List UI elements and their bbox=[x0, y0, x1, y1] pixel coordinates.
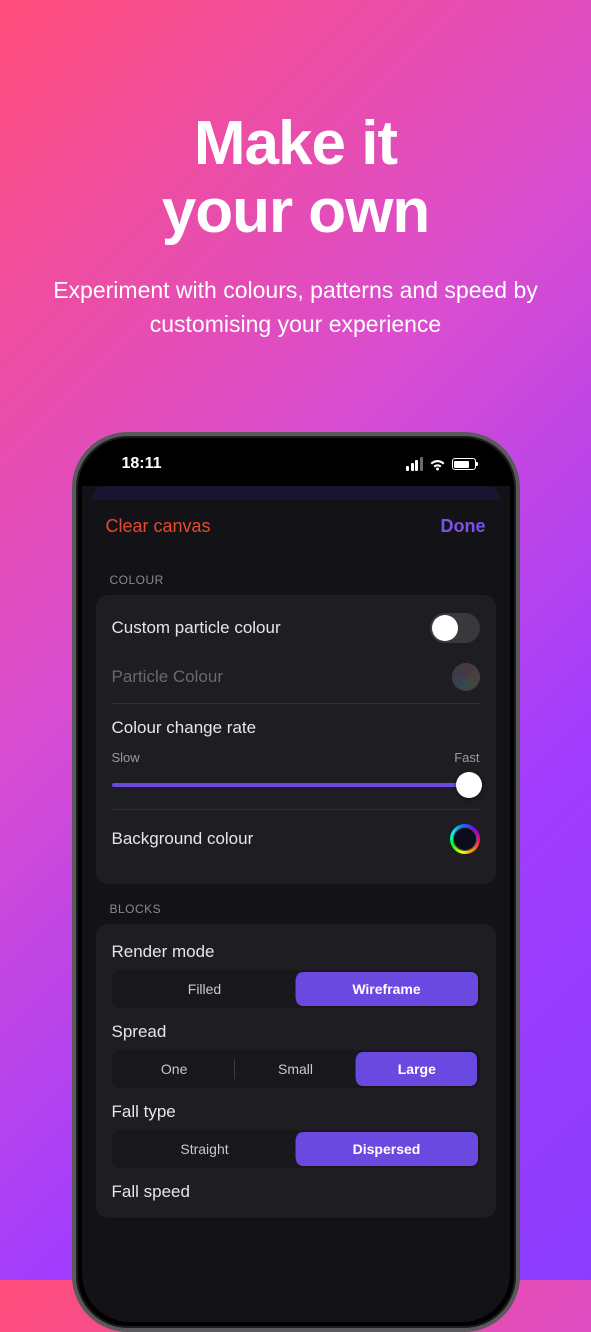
segment-one[interactable]: One bbox=[114, 1052, 235, 1086]
label-particle-colour: Particle Colour bbox=[112, 667, 224, 687]
row-fall-type: Fall type Straight Dispersed bbox=[112, 1088, 480, 1168]
segment-large[interactable]: Large bbox=[356, 1052, 477, 1086]
row-particle-colour[interactable]: Particle Colour bbox=[112, 657, 480, 703]
status-time: 18:11 bbox=[122, 455, 162, 473]
segment-dispersed[interactable]: Dispersed bbox=[296, 1132, 478, 1166]
section-header-colour: COLOUR bbox=[96, 555, 496, 595]
clear-canvas-button[interactable]: Clear canvas bbox=[106, 516, 211, 537]
hero-title-line2: your own bbox=[162, 177, 430, 246]
segmented-render-mode: Filled Wireframe bbox=[112, 970, 480, 1008]
colour-picker-background[interactable] bbox=[450, 824, 480, 854]
slider-thumb[interactable] bbox=[456, 772, 482, 798]
hero-title: Make it your own bbox=[0, 110, 591, 246]
battery-icon bbox=[452, 458, 476, 470]
blocks-card: Render mode Filled Wireframe Spread One … bbox=[96, 924, 496, 1218]
label-fall-type: Fall type bbox=[112, 1102, 480, 1122]
label-fall-speed: Fall speed bbox=[112, 1182, 480, 1202]
segment-filled[interactable]: Filled bbox=[114, 972, 296, 1006]
label-slow: Slow bbox=[112, 750, 140, 765]
colour-card: Custom particle colour Particle Colour C… bbox=[96, 595, 496, 884]
toggle-custom-particle[interactable] bbox=[430, 613, 480, 643]
colour-picker-particle[interactable] bbox=[452, 663, 480, 691]
status-bar: 18:11 bbox=[82, 442, 510, 486]
done-button[interactable]: Done bbox=[441, 516, 486, 537]
label-custom-particle: Custom particle colour bbox=[112, 618, 281, 638]
segment-wireframe[interactable]: Wireframe bbox=[296, 972, 478, 1006]
hero-title-line1: Make it bbox=[194, 109, 397, 178]
hero: Make it your own Experiment with colours… bbox=[0, 0, 591, 341]
settings-content[interactable]: COLOUR Custom particle colour Particle C… bbox=[82, 545, 510, 1218]
sheet-navbar: Clear canvas Done bbox=[82, 500, 510, 545]
status-indicators bbox=[406, 457, 476, 471]
row-fall-speed: Fall speed bbox=[112, 1168, 480, 1202]
row-change-rate: Colour change rate Slow Fast bbox=[112, 704, 480, 803]
label-fast: Fast bbox=[454, 750, 479, 765]
segmented-spread: One Small Large bbox=[112, 1050, 480, 1088]
phone-screen: 18:11 Clear canvas Done COLOUR Custom pa… bbox=[82, 442, 510, 1322]
label-change-rate: Colour change rate bbox=[112, 718, 480, 738]
phone-frame: 18:11 Clear canvas Done COLOUR Custom pa… bbox=[72, 432, 520, 1332]
row-render-mode: Render mode Filled Wireframe bbox=[112, 928, 480, 1008]
sheet-background-peek bbox=[92, 486, 500, 500]
cellular-icon bbox=[406, 457, 423, 471]
segment-straight[interactable]: Straight bbox=[114, 1132, 296, 1166]
segmented-fall-type: Straight Dispersed bbox=[112, 1130, 480, 1168]
section-header-blocks: BLOCKS bbox=[96, 884, 496, 924]
slider-labels: Slow Fast bbox=[112, 750, 480, 765]
row-custom-particle: Custom particle colour bbox=[112, 599, 480, 657]
label-render-mode: Render mode bbox=[112, 942, 480, 962]
slider-change-rate[interactable] bbox=[112, 771, 480, 799]
hero-subtitle: Experiment with colours, patterns and sp… bbox=[0, 274, 591, 341]
label-spread: Spread bbox=[112, 1022, 480, 1042]
wifi-icon bbox=[429, 458, 446, 471]
row-background-colour[interactable]: Background colour bbox=[112, 810, 480, 868]
segment-small[interactable]: Small bbox=[235, 1052, 356, 1086]
row-spread: Spread One Small Large bbox=[112, 1008, 480, 1088]
label-background-colour: Background colour bbox=[112, 829, 254, 849]
